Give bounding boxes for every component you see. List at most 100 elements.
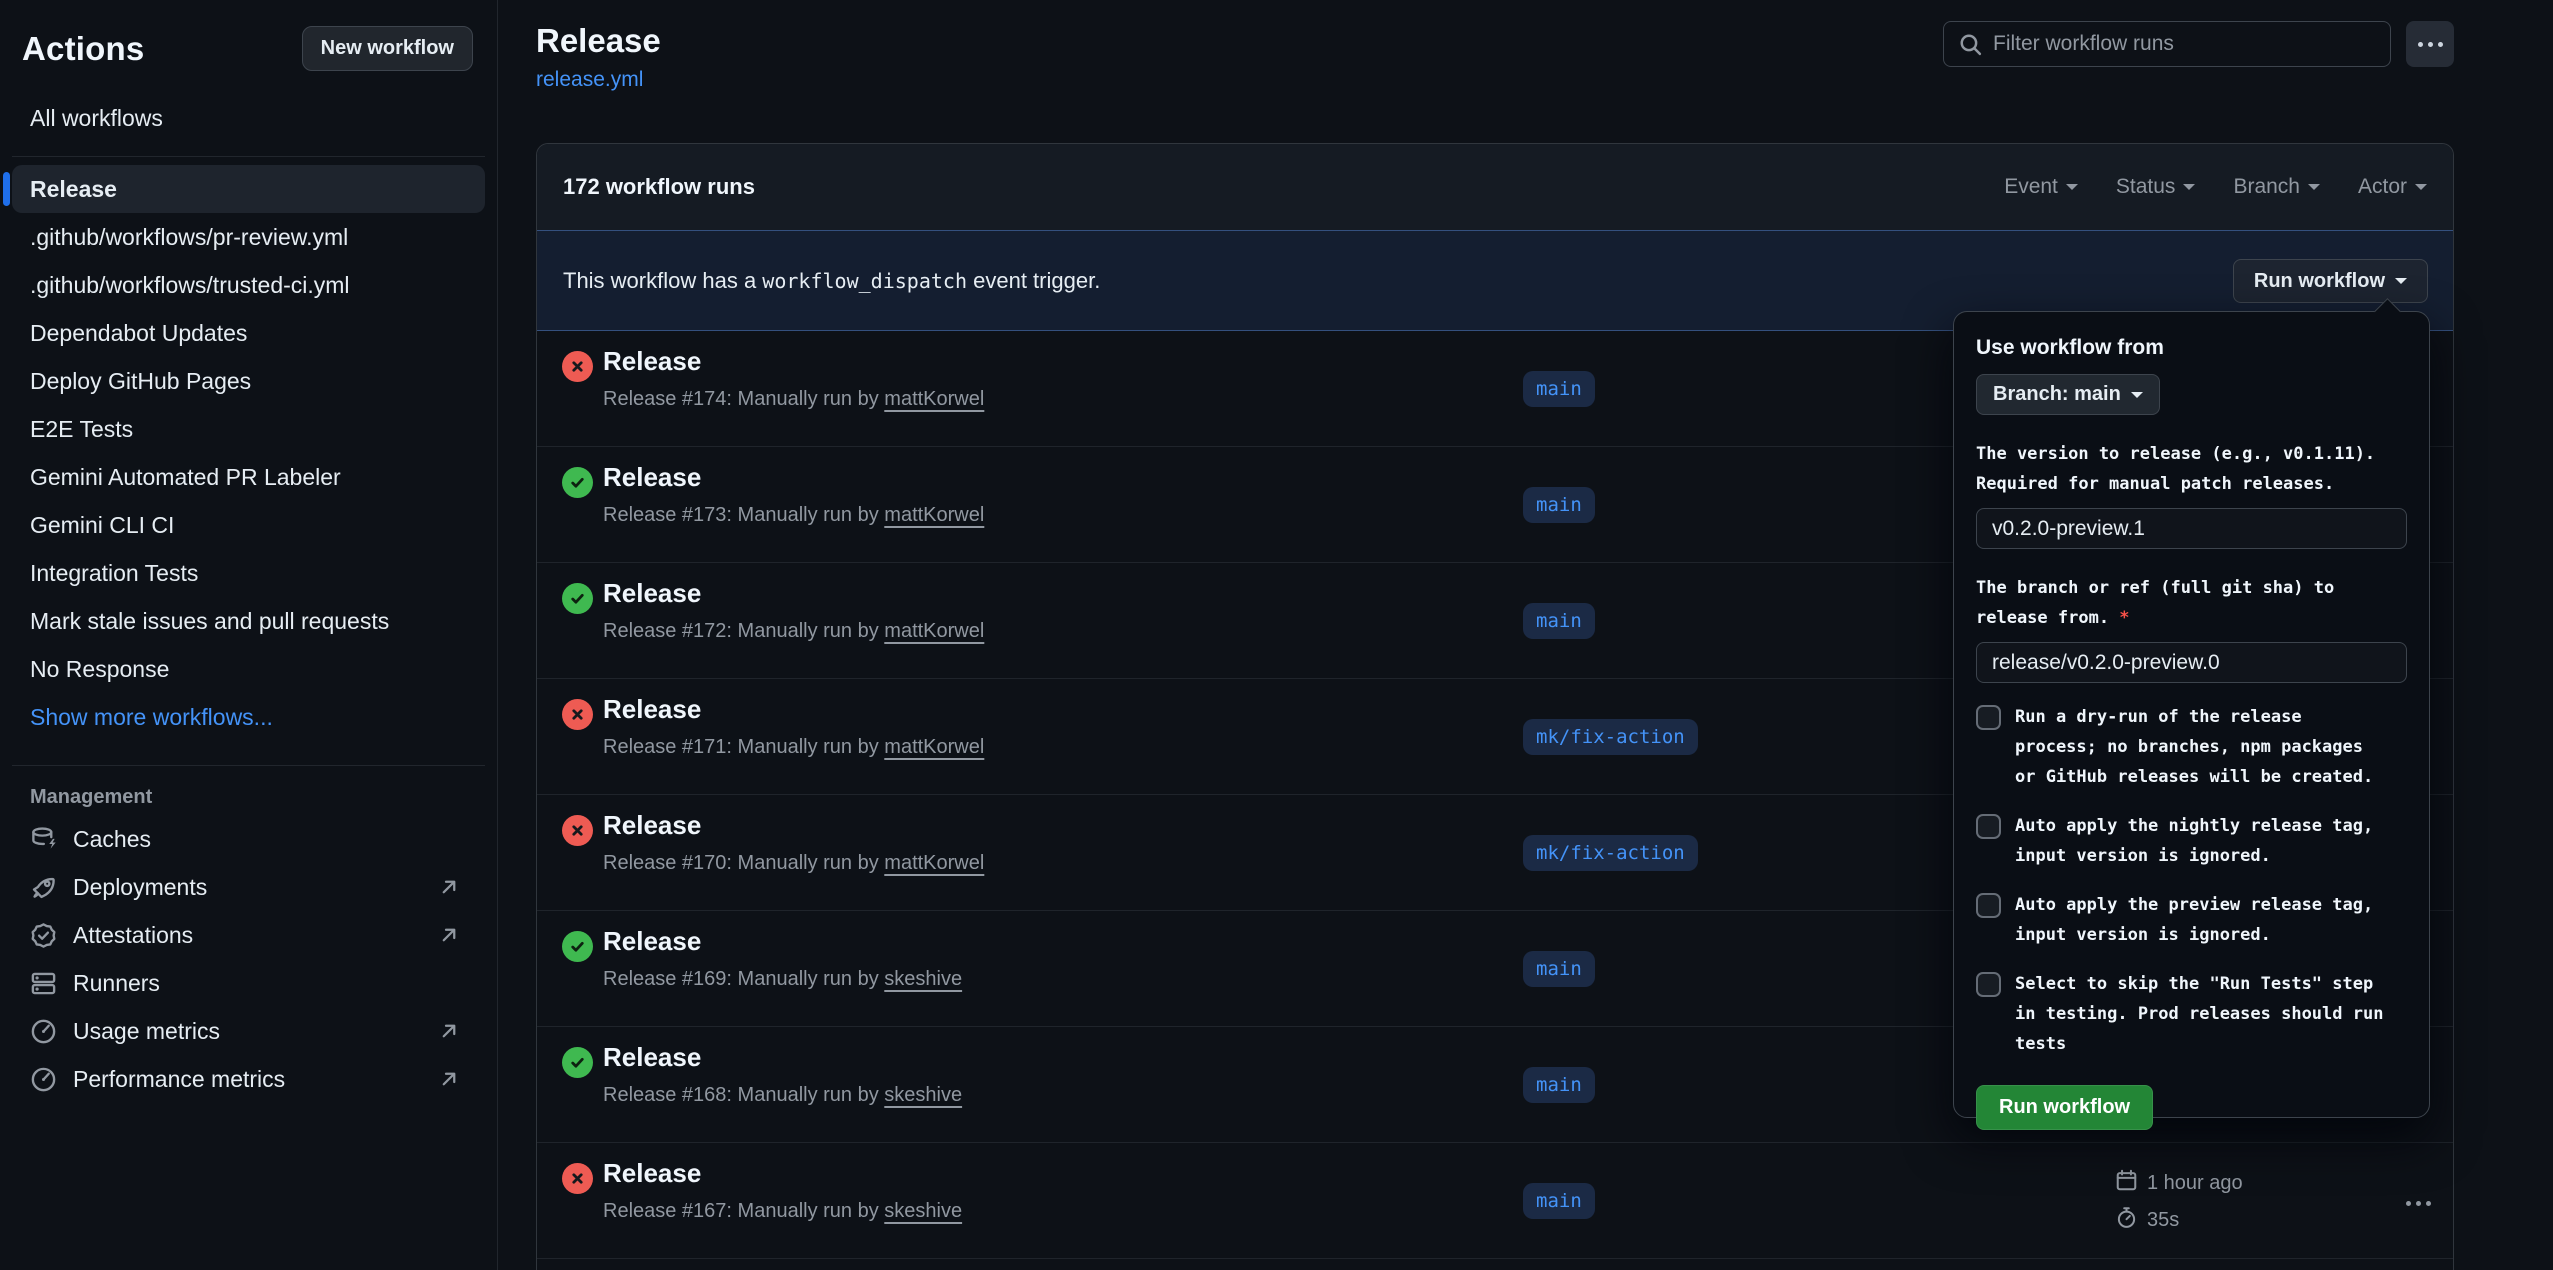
use-workflow-from-label: Use workflow from (1976, 336, 2407, 360)
actor-link[interactable]: mattKorwel (884, 852, 984, 874)
management-list: Caches DeploymentsAttestationsRunnersUsag… (0, 815, 497, 1103)
sidebar-item-workflow[interactable]: Gemini CLI CI (12, 501, 485, 549)
actor-link[interactable]: skeshive (884, 968, 962, 990)
run-meta: 1 hour ago35s (2115, 1143, 2365, 1258)
new-workflow-button[interactable]: New workflow (302, 26, 473, 71)
sidebar-item-workflow[interactable]: No Response (12, 645, 485, 693)
checkbox-label: Run a dry-run of the releaseprocess; no … (2015, 702, 2373, 792)
sidebar-title: Actions (22, 30, 144, 68)
status-failure-icon (562, 1163, 593, 1194)
actor-link[interactable]: mattKorwel (884, 736, 984, 758)
runs-count: 172 workflow runs (563, 174, 755, 200)
sidebar-item-workflow[interactable]: Gemini Automated PR Labeler (12, 453, 485, 501)
branch-pill[interactable]: mk/fix-action (1523, 835, 1698, 871)
branch-pill[interactable]: mk/fix-action (1523, 719, 1698, 755)
release-ref-input[interactable] (1976, 642, 2407, 683)
external-link-icon (437, 875, 461, 899)
runs-list-header: 172 workflow runs Event Status Branch Actor (537, 144, 2453, 230)
workflow-file-link[interactable]: release.yml (536, 68, 643, 92)
checkbox-field: Select to skip the "Run Tests" stepin te… (1976, 969, 2407, 1059)
checkbox[interactable] (1976, 705, 2001, 730)
checkbox[interactable] (1976, 972, 2001, 997)
checkbox-label: Auto apply the nightly release tag,input… (2015, 811, 2373, 871)
management-label: Caches (73, 826, 151, 853)
filter-workflow-runs-input[interactable] (1993, 32, 2376, 56)
sidebar-item-workflow-selected[interactable]: Release (12, 165, 485, 213)
version-input[interactable] (1976, 508, 2407, 549)
sidebar-divider (12, 156, 485, 157)
workflow-label: No Response (30, 656, 169, 683)
sidebar-item-workflow[interactable]: Integration Tests (12, 549, 485, 597)
sidebar-item-runners[interactable]: Runners (0, 959, 497, 1007)
page-title: Release (536, 22, 661, 60)
checkbox-field: Auto apply the preview release tag,input… (1976, 890, 2407, 950)
filter-dropdown-actor[interactable]: Actor (2358, 175, 2427, 199)
filter-dropdown-event[interactable]: Event (2004, 175, 2078, 199)
run-title-link[interactable]: Release (603, 926, 701, 957)
actor-link[interactable]: skeshive (884, 1084, 962, 1106)
checkbox[interactable] (1976, 814, 2001, 839)
status-success-icon (562, 583, 593, 614)
run-title-link[interactable]: Release (603, 578, 701, 609)
run-options-kebab-button[interactable] (2395, 1189, 2441, 1217)
sidebar-item-attestations[interactable]: Attestations (0, 911, 497, 959)
sidebar-item-workflow[interactable]: Dependabot Updates (12, 309, 485, 357)
status-failure-icon (562, 815, 593, 846)
chevron-down-icon (2183, 184, 2195, 196)
filter-dropdown-branch[interactable]: Branch (2233, 175, 2320, 199)
checkbox-field: Run a dry-run of the releaseprocess; no … (1976, 702, 2407, 792)
inline-code: workflow_dispatch (762, 269, 967, 293)
management-heading: Management (30, 786, 497, 809)
branch-pill[interactable]: main (1523, 603, 1595, 639)
filter-workflow-runs-box (1943, 21, 2391, 67)
input-description: The version to release (e.g., v0.1.11).R… (1976, 439, 2407, 499)
run-description: Release #173: Manually run by mattKorwel (603, 504, 984, 527)
checkbox-field: Auto apply the nightly release tag,input… (1976, 811, 2407, 871)
sidebar-item-workflow[interactable]: Deploy GitHub Pages (12, 357, 485, 405)
runs-filters: Event Status Branch Actor (2004, 175, 2427, 199)
branch-pill[interactable]: main (1523, 1067, 1595, 1103)
actor-link[interactable]: mattKorwel (884, 504, 984, 526)
run-workflow-submit-button[interactable]: Run workflow (1976, 1085, 2153, 1130)
workflow-label: .github/workflows/trusted-ci.yml (30, 272, 350, 299)
sidebar-item-all-workflows[interactable]: All workflows (30, 105, 473, 132)
branch-pill[interactable]: main (1523, 487, 1595, 523)
run-title-link[interactable]: Release (603, 346, 701, 377)
sidebar-item-workflow[interactable]: .github/workflows/trusted-ci.yml (12, 261, 485, 309)
run-title-link[interactable]: Release (603, 810, 701, 841)
run-title-link[interactable]: Release (603, 462, 701, 493)
branch-pill[interactable]: main (1523, 1183, 1595, 1219)
actor-link[interactable]: mattKorwel (884, 620, 984, 642)
sidebar-item-performance-metrics[interactable]: Performance metrics (0, 1055, 497, 1103)
sidebar-item-caches[interactable]: Caches (0, 815, 497, 863)
actor-link[interactable]: mattKorwel (884, 388, 984, 410)
sidebar-item-workflow[interactable]: E2E Tests (12, 405, 485, 453)
run-workflow-dropdown-button[interactable]: Run workflow (2233, 259, 2428, 303)
branch-pill[interactable]: main (1523, 951, 1595, 987)
dispatch-banner-text: This workflow has a workflow_dispatch ev… (563, 268, 1100, 294)
panel-fields: The version to release (e.g., v0.1.11).R… (1976, 439, 2407, 683)
filter-dropdown-status[interactable]: Status (2116, 175, 2196, 199)
run-title-link[interactable]: Release (603, 1158, 701, 1189)
sidebar-item-workflow[interactable]: Mark stale issues and pull requests (12, 597, 485, 645)
run-title-link[interactable]: Release (603, 1042, 701, 1073)
workflow-options-kebab-button[interactable] (2406, 21, 2454, 67)
sidebar-item-workflow[interactable]: .github/workflows/pr-review.yml (12, 213, 485, 261)
management-label: Performance metrics (73, 1066, 285, 1093)
status-failure-icon (562, 351, 593, 382)
workflow-run-row: ReleaseRelease #167: Manually run by ske… (537, 1143, 2453, 1259)
calendar-icon (2115, 1169, 2138, 1198)
branch-pill[interactable]: main (1523, 371, 1595, 407)
checkbox[interactable] (1976, 893, 2001, 918)
branch-selector-button[interactable]: Branch: main (1976, 374, 2160, 415)
sidebar-item-usage-metrics[interactable]: Usage metrics (0, 1007, 497, 1055)
show-more-workflows-link[interactable]: Show more workflows... (0, 693, 497, 741)
actions-page: Actions New workflow All workflows Relea… (0, 0, 2553, 1270)
run-title-link[interactable]: Release (603, 694, 701, 725)
sidebar-divider (12, 765, 485, 766)
run-description: Release #174: Manually run by mattKorwel (603, 388, 984, 411)
sidebar-item-deployments[interactable]: Deployments (0, 863, 497, 911)
meter-icon (30, 1066, 57, 1093)
actor-link[interactable]: skeshive (884, 1200, 962, 1222)
server-icon (30, 970, 57, 997)
